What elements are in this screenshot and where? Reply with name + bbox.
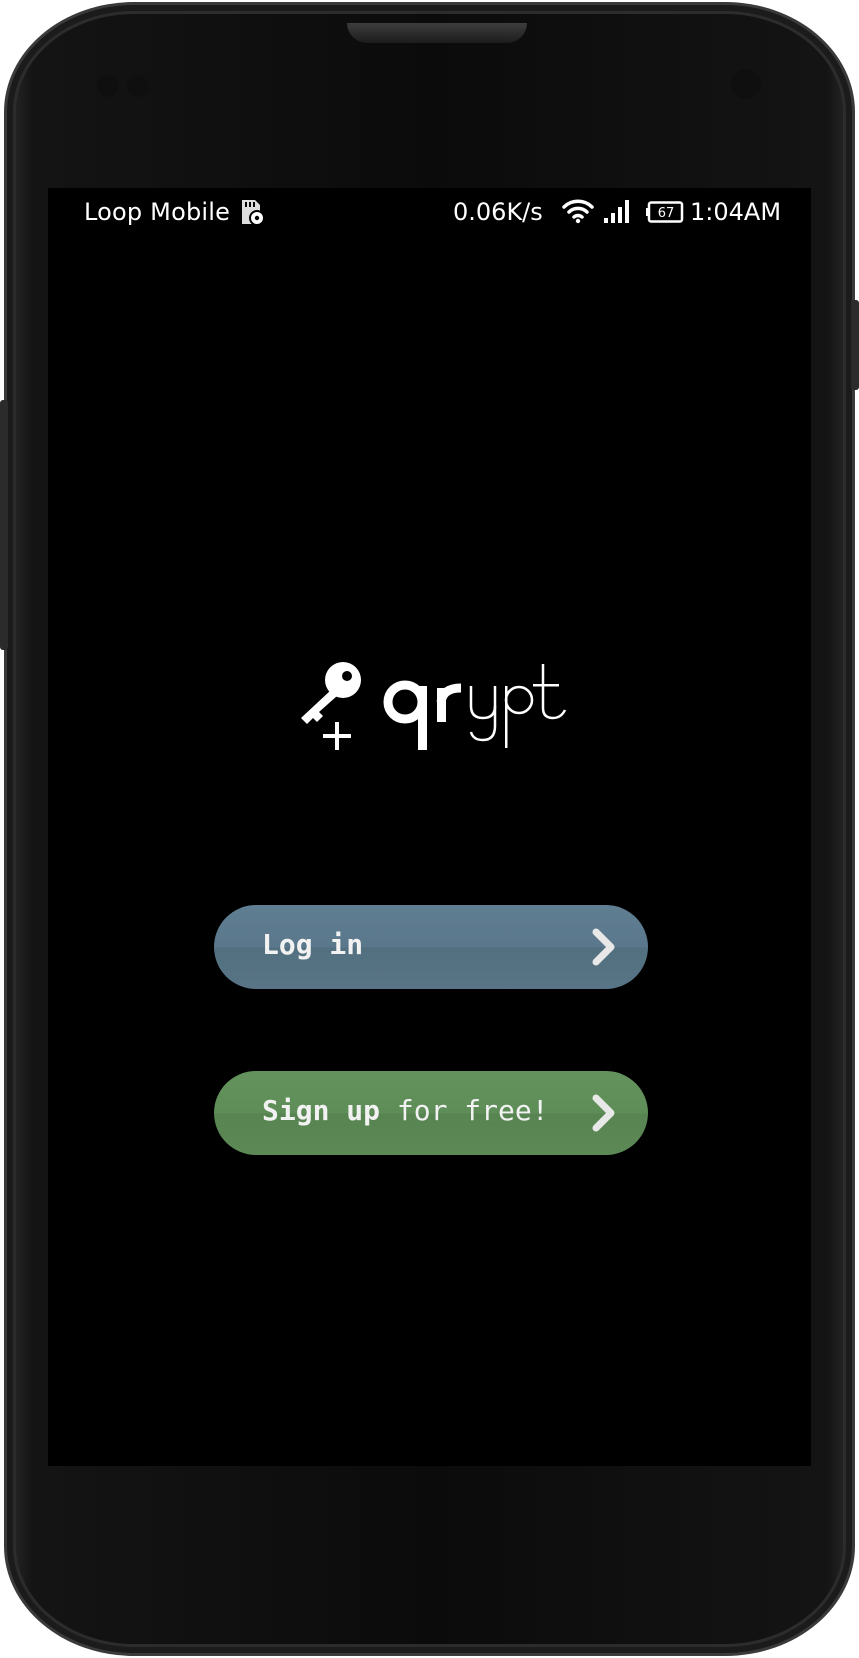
signup-button[interactable]: Sign up for free! [214,1071,648,1155]
front-sensor [127,75,149,97]
login-button[interactable]: Log in [214,905,648,989]
chevron-right-icon [592,928,615,966]
signup-label-rest: for free! [380,1094,549,1127]
power-button [851,300,859,390]
chevron-right-icon [592,1094,615,1132]
status-clock: 1:04AM [690,198,782,226]
carrier-name: Loop Mobile [84,198,231,226]
network-speed: 0.06K/s [453,198,543,226]
logo-text: qrypt [383,658,417,662]
key-plus-icon [301,662,361,750]
status-bar: Loop Mobile 0.06K/s 67 1:04AM [48,188,811,240]
signup-button-label: Sign up for free! [262,1094,549,1127]
wifi-icon [562,199,594,224]
phone-screen: Loop Mobile 0.06K/s 67 1:04AM Log in Sig… [48,188,811,1466]
front-camera [731,69,761,99]
signal-icon [604,200,629,223]
signup-label-bold: Sign up [262,1094,381,1127]
sd-card-icon [242,200,265,226]
login-button-label: Log in [262,928,364,961]
app-logo: qrypt [297,658,567,758]
battery-level: 67 [658,206,675,221]
front-sensor [97,75,119,97]
battery-icon: 67 [646,201,684,223]
logo-wordmark: qrypt [383,658,567,750]
earpiece-speaker [347,23,527,43]
volume-button [0,400,8,650]
